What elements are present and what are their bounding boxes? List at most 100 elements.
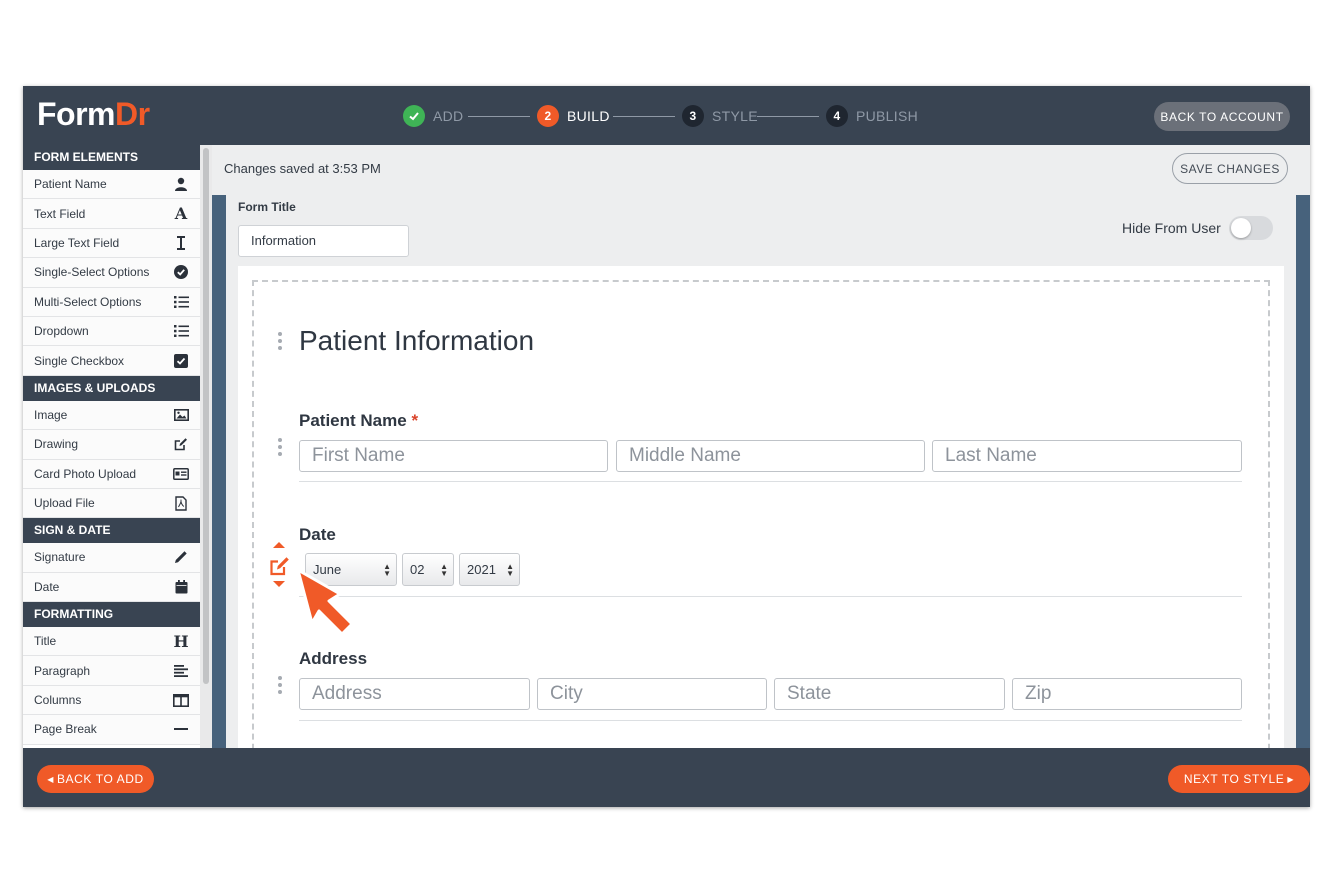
sidebar-item-dropdown[interactable]: Dropdown (23, 316, 200, 347)
section-header: SIGN & DATE (23, 518, 200, 544)
sidebar-item-label: Page Break (34, 722, 97, 737)
first-name-input[interactable]: First Name (299, 440, 608, 472)
sidebar-item-upload-file[interactable]: Upload File (23, 488, 200, 519)
image-icon (173, 407, 189, 423)
check-icon (403, 105, 425, 127)
sidebar-item-image[interactable]: Image (23, 400, 200, 431)
pdf-file-icon (173, 495, 189, 511)
sidebar-item-label: Patient Name (34, 177, 107, 192)
form-heading: Patient Information (299, 325, 535, 356)
sidebar-item-card-photo-upload[interactable]: Card Photo Upload (23, 459, 200, 489)
sidebar-item-label: Image (34, 407, 68, 422)
sidebar-item-single-checkbox[interactable]: Single Checkbox (23, 346, 200, 376)
day-select[interactable]: 02 ▲ ▼ (402, 553, 454, 586)
edit-icon[interactable] (269, 555, 291, 577)
sidebar-item-label: Date (34, 579, 60, 594)
user-icon (173, 176, 189, 192)
sidebar-item-multi-select[interactable]: Multi-Select Options (23, 287, 200, 317)
city-input[interactable]: City (537, 678, 767, 710)
canvas-border-left (212, 195, 226, 748)
hide-from-user-toggle[interactable] (1229, 216, 1273, 240)
section-header: FORM ELEMENTS (23, 145, 200, 170)
sidebar-item-large-text-field[interactable]: Large Text Field (23, 228, 200, 259)
top-bar: FormDr ADD 2 BUILD 3 STYLE 4 PUBLISH BAC… (23, 86, 1310, 145)
step-build[interactable]: 2 BUILD (537, 105, 610, 127)
save-changes-button[interactable]: SAVE CHANGES (1172, 153, 1288, 184)
day-value: 02 (410, 562, 425, 577)
back-to-add-button[interactable]: ◀ BACK TO ADD (37, 765, 154, 793)
caret-left-icon: ◀ (47, 774, 54, 784)
save-status-text: Changes saved at 3:53 PM (224, 161, 381, 176)
sidebar-scrollbar-thumb[interactable] (203, 148, 209, 684)
required-marker: * (411, 411, 419, 430)
sidebar-item-drawing[interactable]: Drawing (23, 430, 200, 460)
sidebar-item-label: Large Text Field (34, 235, 120, 250)
back-to-account-button[interactable]: BACK TO ACCOUNT (1154, 102, 1290, 131)
state-input[interactable]: State (774, 678, 1005, 710)
middle-name-input[interactable]: Middle Name (616, 440, 925, 472)
sidebar: FORM ELEMENTS Patient Name Text Field A … (23, 145, 200, 748)
sidebar-item-label: Text Field (34, 206, 86, 221)
sidebar-item-label: Title (34, 634, 57, 649)
toggle-knob (1231, 218, 1251, 238)
canvas-border-right (1296, 195, 1310, 748)
sidebar-item-label: Card Photo Upload (34, 466, 137, 481)
form-title-input[interactable]: Information (238, 225, 409, 257)
last-name-input[interactable]: Last Name (932, 440, 1242, 472)
sidebar-item-label: Single Checkbox (34, 353, 125, 368)
step-number: 2 (537, 105, 559, 127)
sidebar-item-page-break[interactable]: Page Break (23, 715, 200, 745)
year-value: 2021 (467, 562, 496, 577)
section-header: FORMATTING (23, 602, 200, 628)
sidebar-item-patient-name[interactable]: Patient Name (23, 170, 200, 200)
sidebar-item-columns[interactable]: Columns (23, 685, 200, 716)
columns-icon (173, 692, 189, 708)
drag-handle-icon[interactable] (278, 676, 282, 694)
form-title-value: Information (251, 233, 317, 248)
step-style[interactable]: 3 STYLE (682, 105, 758, 127)
align-left-icon (173, 663, 189, 679)
id-card-icon (173, 466, 189, 482)
pencil-icon (173, 549, 189, 565)
sidebar-item-label: Drawing (34, 437, 79, 452)
address-input[interactable]: Address (299, 678, 530, 710)
drag-handle-icon[interactable] (278, 332, 282, 350)
sidebar-item-label: Dropdown (34, 324, 89, 339)
sidebar-item-title[interactable]: Title H (23, 627, 200, 657)
step-label: PUBLISH (856, 108, 919, 124)
placeholder: Address (312, 683, 382, 704)
main-area: Changes saved at 3:53 PM SAVE CHANGES Fo… (212, 145, 1310, 780)
hide-from-user-label: Hide From User (1122, 220, 1221, 236)
zip-input[interactable]: Zip (1012, 678, 1242, 710)
app-window: FormDr ADD 2 BUILD 3 STYLE 4 PUBLISH BAC… (23, 86, 1310, 807)
footer-bar: ◀ BACK TO ADD NEXT TO STYLE ▶ (23, 748, 1310, 807)
step-add[interactable]: ADD (403, 105, 463, 127)
sidebar-item-signature[interactable]: Signature (23, 543, 200, 573)
select-arrows-icon: ▲ ▼ (506, 562, 514, 578)
list-icon (173, 323, 189, 339)
form-title-label: Form Title (238, 200, 296, 214)
year-select[interactable]: 2021 ▲ ▼ (459, 553, 520, 586)
drag-handle-icon[interactable] (278, 438, 282, 456)
sidebar-item-label: Signature (34, 550, 86, 565)
step-label: STYLE (712, 108, 758, 124)
edit-icon (173, 436, 189, 452)
sidebar-item-label: Paragraph (34, 663, 91, 678)
sidebar-item-label: Single-Select Options (34, 265, 150, 280)
sidebar-item-label: Upload File (34, 496, 95, 511)
list-icon (173, 294, 189, 310)
sidebar-item-single-select[interactable]: Single-Select Options (23, 258, 200, 288)
step-publish[interactable]: 4 PUBLISH (826, 105, 918, 127)
step-label: BUILD (567, 108, 610, 124)
date-label: Date (299, 525, 336, 544)
sidebar-item-text-field[interactable]: Text Field A (23, 199, 200, 229)
move-down-icon[interactable] (273, 581, 285, 587)
heading-icon: H (173, 631, 189, 651)
move-up-icon[interactable] (273, 542, 285, 548)
select-arrows-icon: ▲ ▼ (383, 562, 391, 578)
placeholder: State (787, 683, 832, 704)
next-to-style-button[interactable]: NEXT TO STYLE ▶ (1168, 765, 1310, 793)
sidebar-item-date[interactable]: Date (23, 572, 200, 603)
step-connector (468, 116, 530, 117)
sidebar-item-paragraph[interactable]: Paragraph (23, 656, 200, 686)
